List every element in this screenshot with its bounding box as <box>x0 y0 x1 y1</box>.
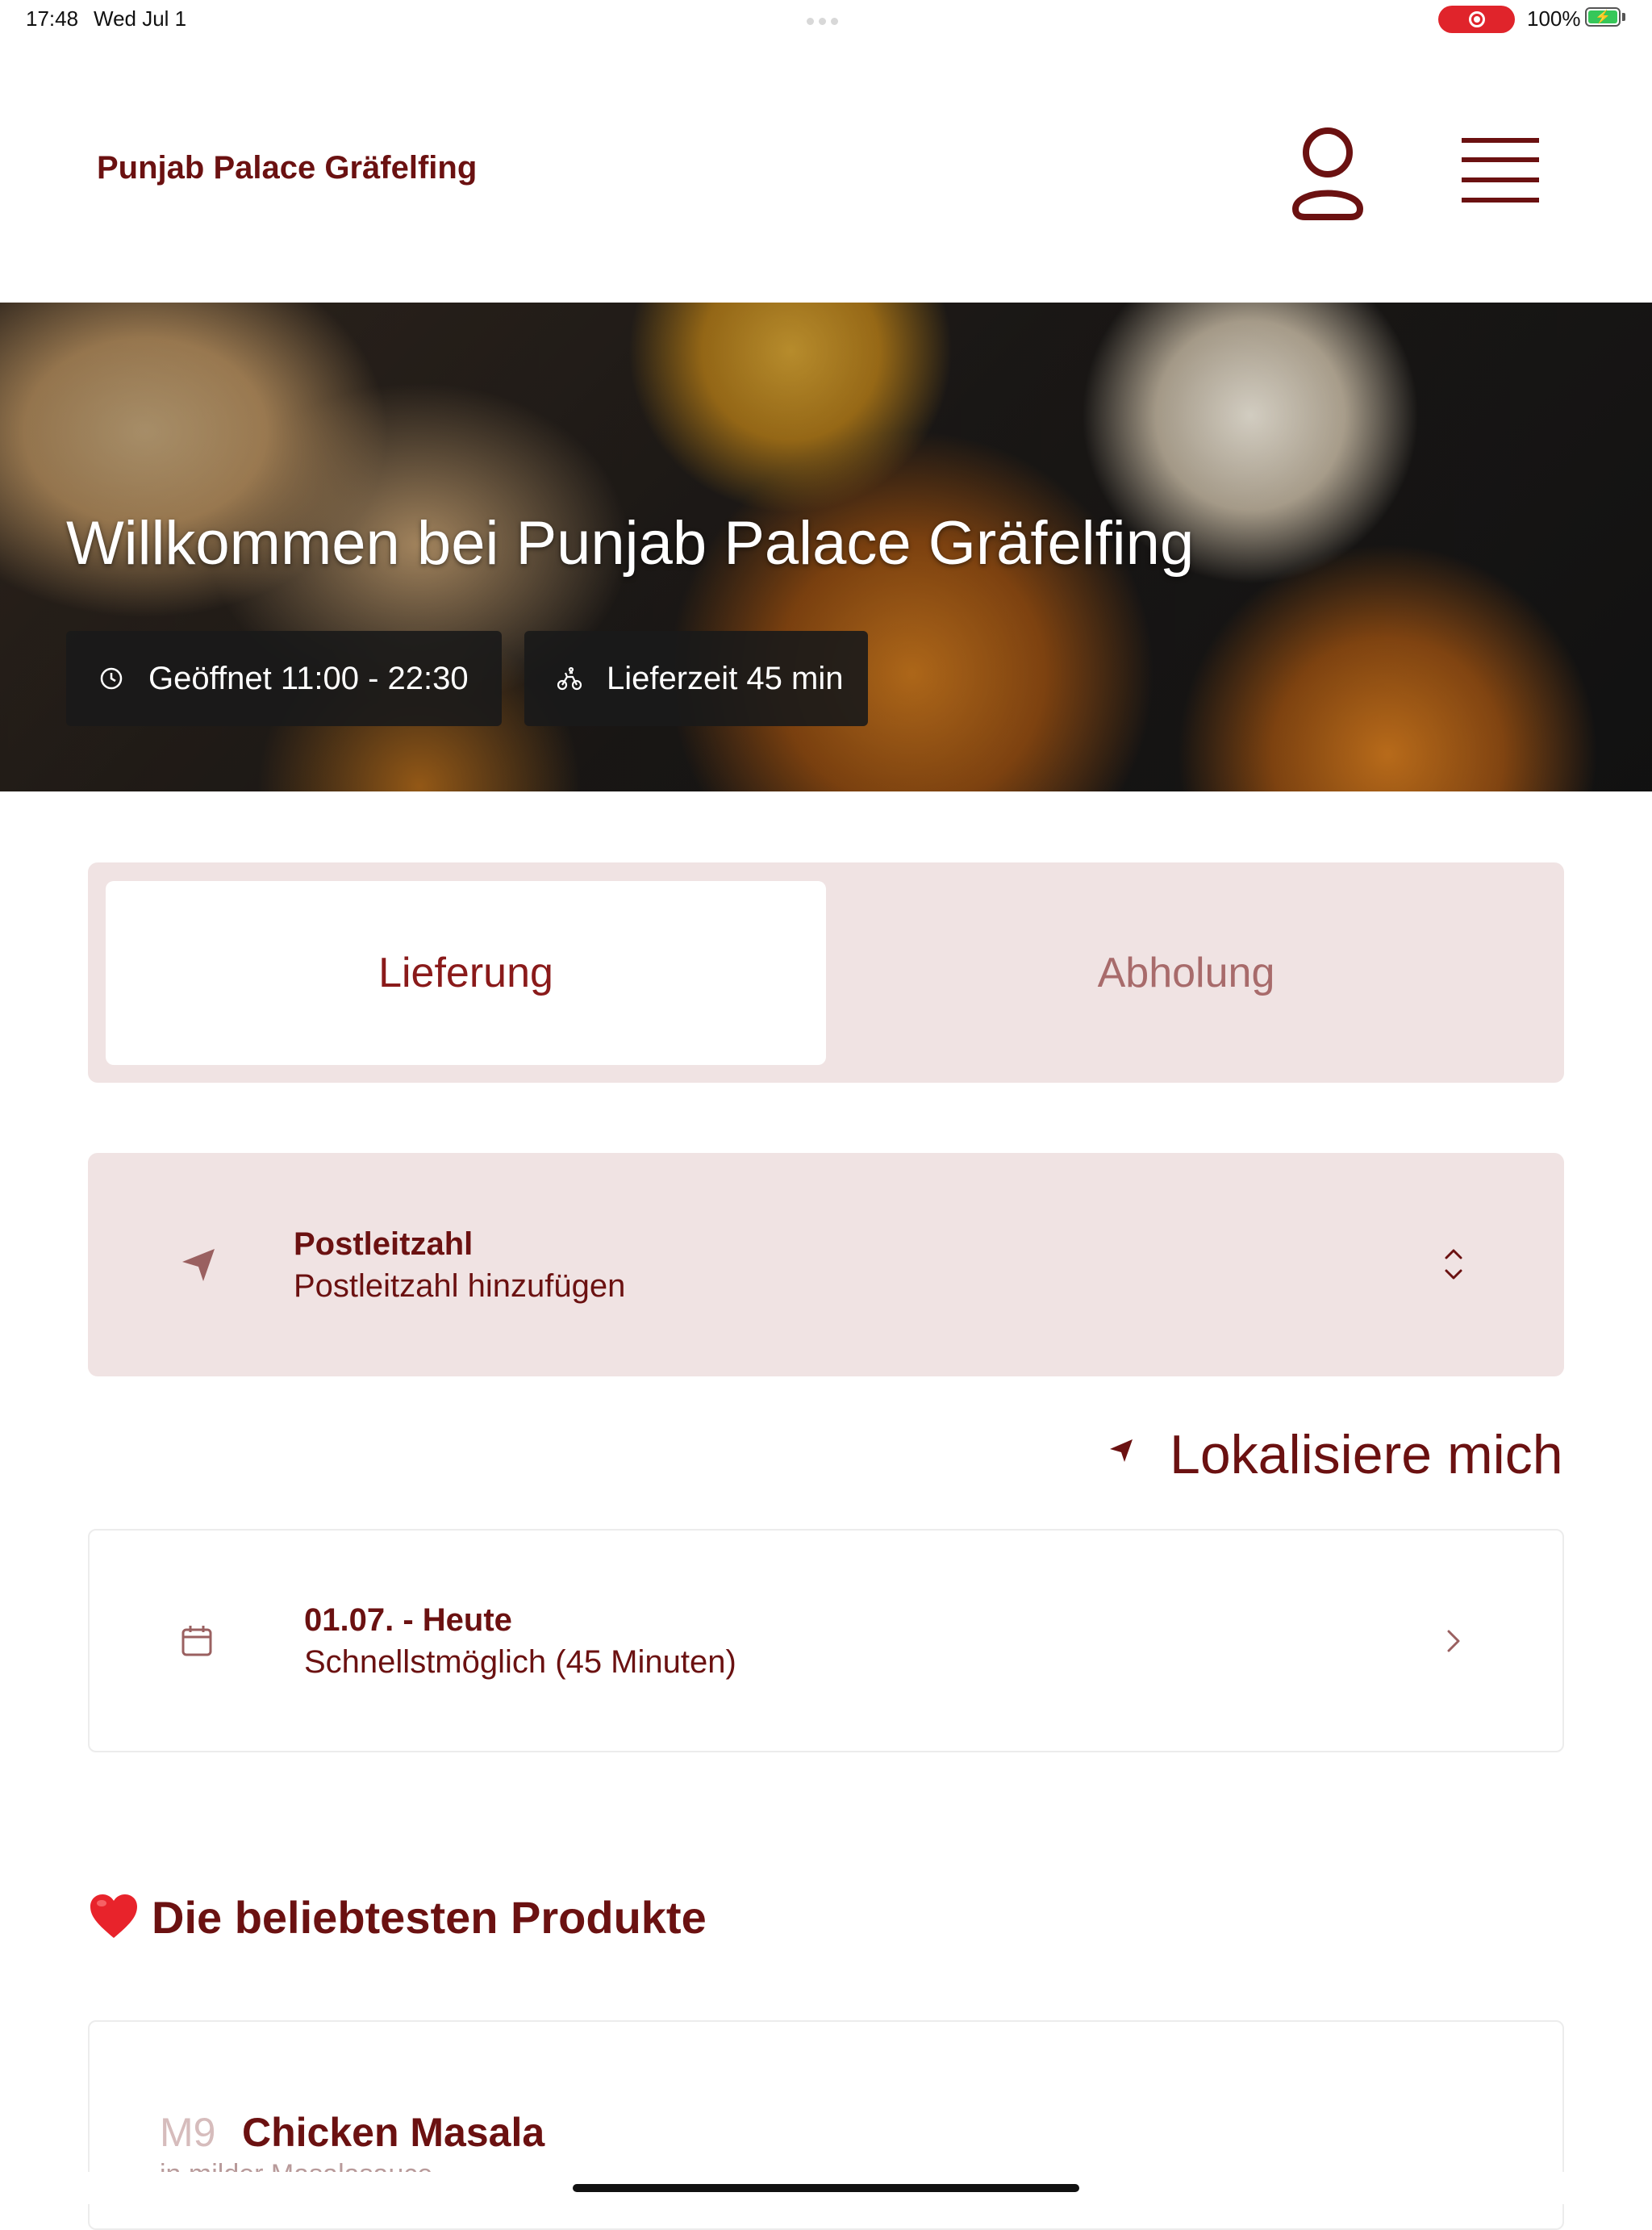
postal-code-selector[interactable] <box>88 1153 1564 1376</box>
tab-abholung[interactable]: Abholung <box>826 881 1546 1065</box>
delivery-time-badge: Lieferzeit 45 min <box>524 631 868 726</box>
restaurant-name[interactable]: Punjab Palace Gräfelfing <box>97 150 477 186</box>
multitasking-dots-icon[interactable] <box>807 15 843 29</box>
section-title: Die beliebtesten Produkte <box>152 1892 707 1943</box>
chevron-right-icon[interactable] <box>1444 1627 1463 1656</box>
clock-icon <box>98 666 124 691</box>
hero-title: Willkommen bei Punjab Palace Gräfelfing <box>66 509 1195 578</box>
postal-code-label: Postleitzahl <box>294 1226 473 1262</box>
locate-me-button[interactable]: Lokalisiere mich <box>1170 1423 1563 1486</box>
person-icon[interactable] <box>1287 125 1368 220</box>
product-name[interactable]: Chicken Masala <box>242 2109 544 2156</box>
hamburger-menu-icon[interactable] <box>1460 136 1541 207</box>
schedule-date: 01.07. - Heute <box>304 1602 512 1638</box>
opening-hours-badge: Geöffnet 11:00 - 22:30 <box>66 631 502 726</box>
heart-icon <box>89 1893 139 1940</box>
location-arrow-icon[interactable] <box>1107 1436 1136 1465</box>
screen-recording-indicator[interactable] <box>1438 6 1515 33</box>
product-code: M9 <box>160 2110 216 2155</box>
postal-code-placeholder[interactable]: Postleitzahl hinzufügen <box>294 1268 625 1305</box>
tab-lieferung[interactable]: Lieferung <box>106 881 826 1065</box>
calendar-icon <box>179 1623 215 1659</box>
record-icon <box>1468 11 1485 27</box>
chevron-up-down-icon[interactable] <box>1440 1246 1467 1283</box>
bicycle-icon <box>557 666 582 691</box>
status-time: 17:48 <box>26 6 79 31</box>
delivery-time-selector[interactable] <box>88 1529 1564 1752</box>
location-arrow-icon <box>176 1242 221 1288</box>
battery-cap <box>1622 13 1625 21</box>
battery-percentage: 100% <box>1527 6 1581 31</box>
delivery-time-text: Lieferzeit 45 min <box>607 660 844 696</box>
battery-icon: ⚡ <box>1585 7 1621 27</box>
schedule-time: Schnellstmöglich (45 Minuten) <box>304 1644 736 1680</box>
home-indicator[interactable] <box>573 2184 1079 2192</box>
opening-hours-text: Geöffnet 11:00 - 22:30 <box>148 660 469 696</box>
status-date: Wed Jul 1 <box>94 6 187 31</box>
